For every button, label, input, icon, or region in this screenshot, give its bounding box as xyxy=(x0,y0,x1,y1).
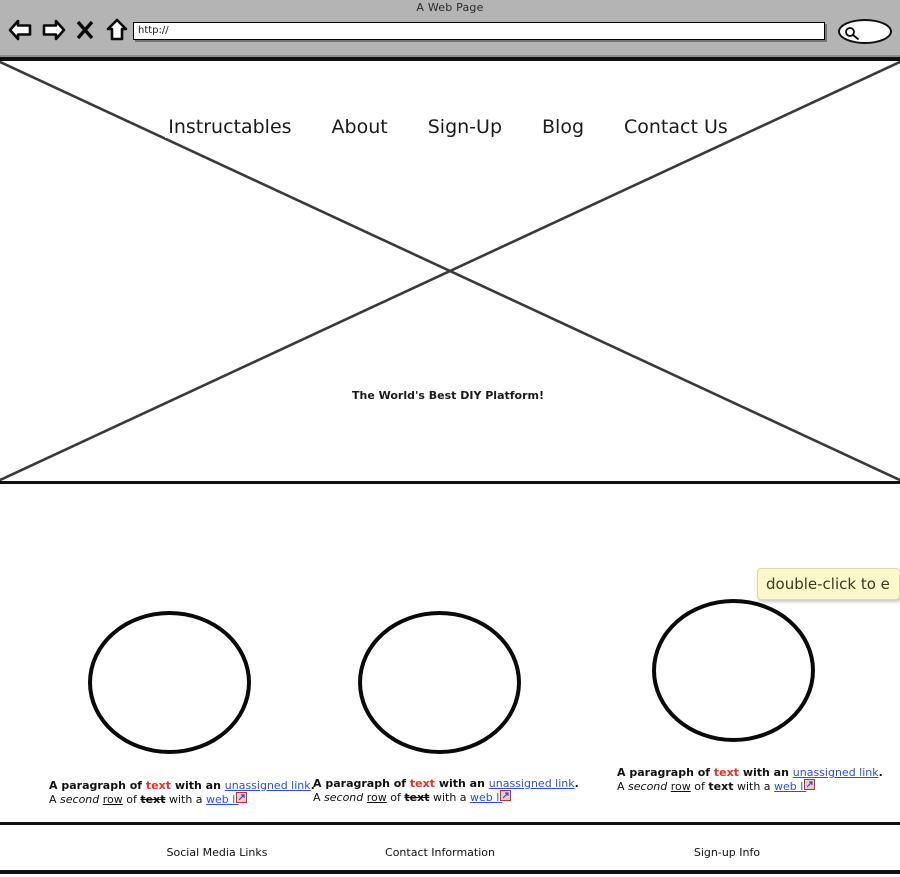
column-1-text[interactable]: A paragraph of text with an unassigned l… xyxy=(49,779,322,807)
external-link-icon xyxy=(236,792,248,803)
browser-chrome: A Web Page http:// xyxy=(0,0,900,57)
web-link[interactable]: web li xyxy=(470,791,502,804)
unassigned-link[interactable]: unassigned link xyxy=(793,766,879,779)
feature-column-2: A paragraph of text with an unassigned l… xyxy=(290,544,590,805)
footer-divider-bottom xyxy=(0,870,900,874)
browser-nav-buttons xyxy=(8,17,130,43)
footer-social-media-links[interactable]: Social Media Links xyxy=(122,846,312,859)
text-fragment: with a xyxy=(733,780,775,793)
red-text: text xyxy=(409,777,435,790)
tooltip-text: double-click to e xyxy=(766,575,890,593)
close-x-icon[interactable] xyxy=(72,17,98,43)
column-1-line-2: A second row of text with a web li xyxy=(49,792,322,807)
text-fragment: of xyxy=(386,791,405,804)
text-fragment: of xyxy=(690,780,709,793)
text-fragment: . xyxy=(574,777,579,790)
feature-column-1: A paragraph of text with an unassigned l… xyxy=(22,544,322,807)
text-fragment: A paragraph of xyxy=(313,777,410,790)
browser-window: A Web Page http:// Instructables About S… xyxy=(0,0,900,877)
footer-divider-top xyxy=(0,822,900,825)
window-title: A Web Page xyxy=(416,1,484,14)
home-icon[interactable] xyxy=(104,17,130,43)
placeholder-circle-2[interactable] xyxy=(358,611,521,754)
text-fragment: A paragraph of xyxy=(49,779,146,792)
hero-image-placeholder[interactable]: Instructables About Sign-Up Blog Contact… xyxy=(0,57,900,484)
column-3-text[interactable]: A paragraph of text with an unassigned l… xyxy=(617,766,885,794)
hero-tagline: The World's Best DIY Platform! xyxy=(0,389,898,402)
text-fragment: with a xyxy=(165,793,207,806)
strikethrough-text: text xyxy=(404,791,430,804)
nav-item-instructables[interactable]: Instructables xyxy=(165,116,295,138)
column-2-line-1: A paragraph of text with an unassigned l… xyxy=(313,777,590,791)
forward-arrow-icon[interactable] xyxy=(40,17,66,43)
placeholder-circle-3[interactable] xyxy=(652,599,815,742)
red-text: text xyxy=(145,779,171,792)
strikethrough-text: text xyxy=(140,793,166,806)
italic-text: second xyxy=(60,793,100,806)
double-click-tooltip: double-click to e xyxy=(757,568,900,600)
unassigned-link[interactable]: unassigned link xyxy=(489,777,575,790)
text-fragment: . xyxy=(878,766,883,779)
hero-tagline-text: The World's Best DIY Platform! xyxy=(348,389,548,402)
text-fragment: with a xyxy=(429,791,471,804)
url-value: http:// xyxy=(138,25,169,36)
underlined-text: row xyxy=(102,793,123,806)
web-link[interactable]: web li xyxy=(206,793,238,806)
column-2-text[interactable]: A paragraph of text with an unassigned l… xyxy=(313,777,590,805)
text-fragment: A xyxy=(617,780,629,793)
footer-contact-information[interactable]: Contact Information xyxy=(345,846,535,859)
web-link-wrapper[interactable]: web li xyxy=(470,790,512,805)
text-fragment: A paragraph of xyxy=(617,766,714,779)
text-fragment: with an xyxy=(435,777,489,790)
page-canvas: Instructables About Sign-Up Blog Contact… xyxy=(0,57,900,877)
underlined-text: row xyxy=(366,791,387,804)
text-fragment: with an xyxy=(171,779,225,792)
text-fragment: with an xyxy=(739,766,793,779)
placeholder-circle-1[interactable] xyxy=(88,611,251,754)
column-3-line-2: A second row of text with a web li xyxy=(617,779,885,794)
back-arrow-icon[interactable] xyxy=(8,17,34,43)
strikethrough-text: text xyxy=(708,780,734,793)
red-text: text xyxy=(713,766,739,779)
column-3-line-1: A paragraph of text with an unassigned l… xyxy=(617,766,885,780)
nav-item-blog[interactable]: Blog xyxy=(539,116,587,138)
footer-sign-up-info[interactable]: Sign-up Info xyxy=(632,846,822,859)
nav-item-contact-us[interactable]: Contact Us xyxy=(621,116,731,138)
nav-item-about[interactable]: About xyxy=(328,116,391,138)
web-link-wrapper[interactable]: web li xyxy=(774,779,816,794)
search-magnifier-icon xyxy=(845,27,859,40)
underlined-text: row xyxy=(670,780,691,793)
web-link-wrapper[interactable]: web li xyxy=(206,792,248,807)
external-link-icon xyxy=(804,779,816,790)
italic-text: second xyxy=(628,780,668,793)
text-fragment: A xyxy=(313,791,325,804)
italic-text: second xyxy=(324,791,364,804)
nav-item-sign-up[interactable]: Sign-Up xyxy=(424,116,505,138)
search-input[interactable] xyxy=(838,19,892,44)
site-navigation: Instructables About Sign-Up Blog Contact… xyxy=(0,116,898,138)
url-input[interactable]: http:// xyxy=(133,22,825,40)
column-2-line-2: A second row of text with a web li xyxy=(313,790,590,805)
text-fragment: of xyxy=(122,793,141,806)
page-footer: Social Media Links Contact Information S… xyxy=(0,835,900,869)
text-fragment: A xyxy=(49,793,61,806)
column-1-line-1: A paragraph of text with an unassigned l… xyxy=(49,779,322,793)
web-link[interactable]: web li xyxy=(774,780,806,793)
external-link-icon xyxy=(500,790,512,801)
